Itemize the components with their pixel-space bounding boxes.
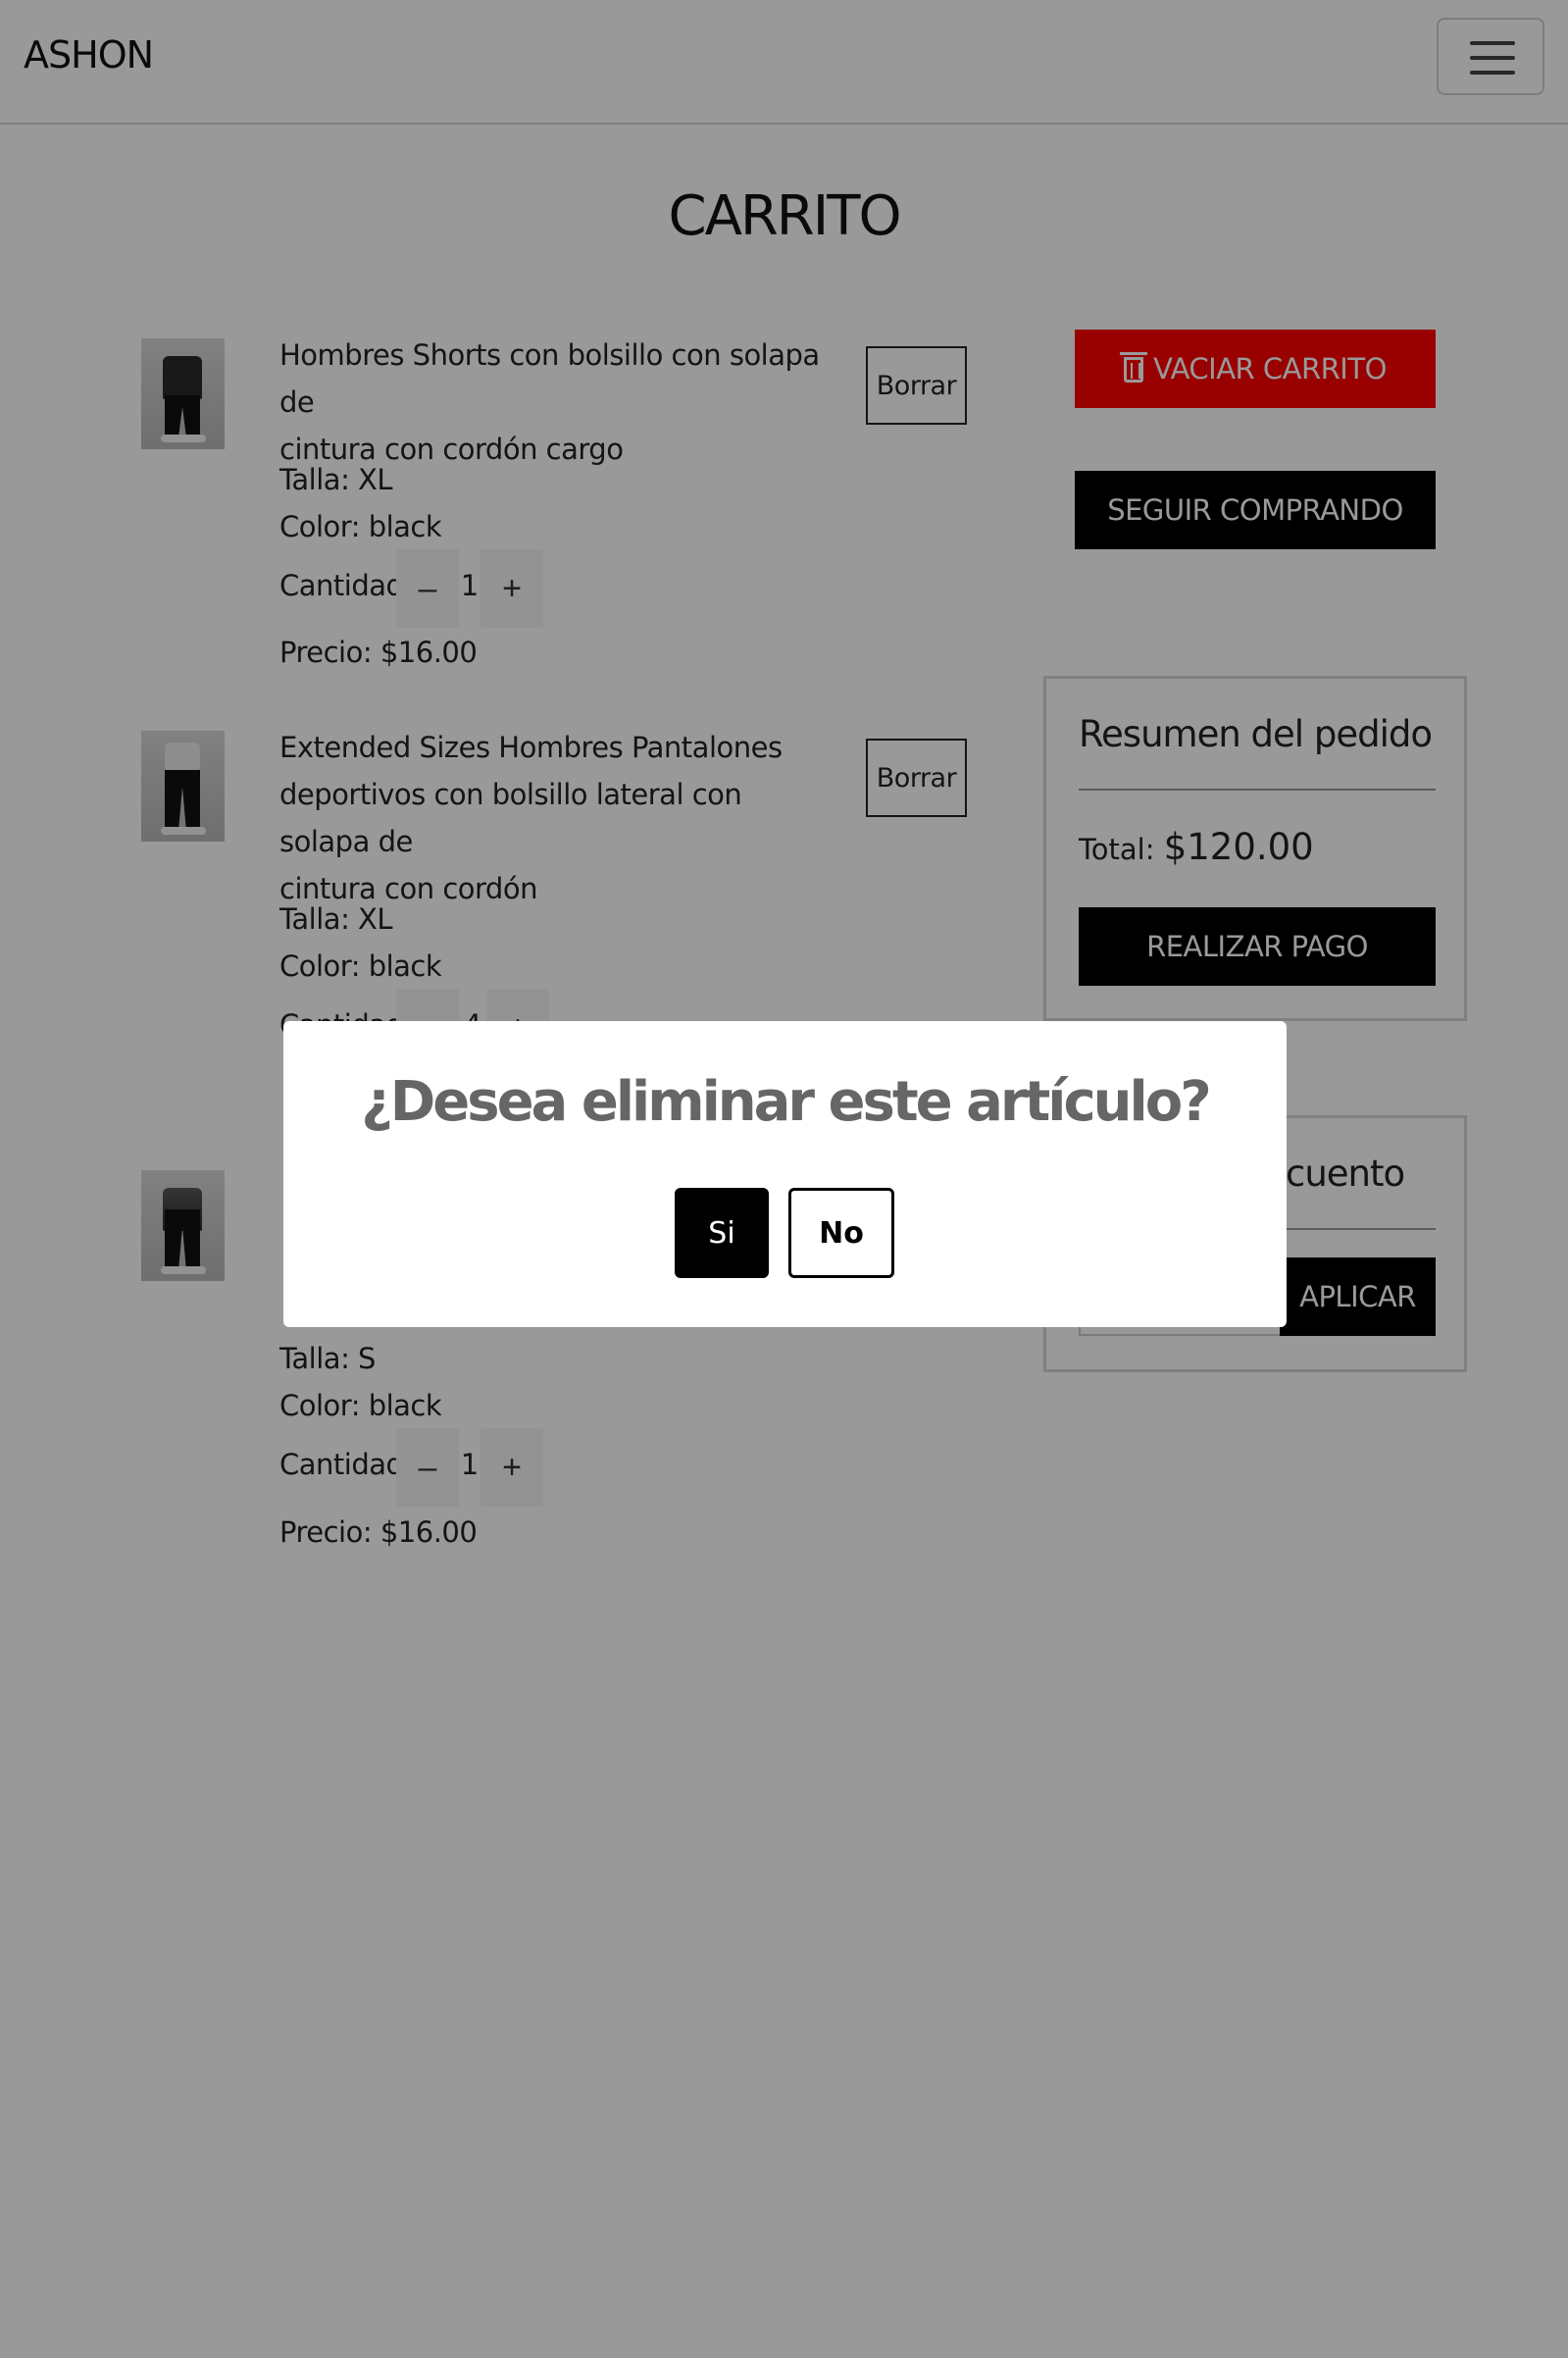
- confirm-delete-dialog: ¿Desea eliminar este artículo? Si No: [283, 1021, 1287, 1327]
- confirm-yes-button[interactable]: Si: [675, 1188, 769, 1278]
- confirm-no-button[interactable]: No: [788, 1188, 894, 1278]
- dialog-title: ¿Desea eliminar este artículo?: [361, 1070, 1211, 1134]
